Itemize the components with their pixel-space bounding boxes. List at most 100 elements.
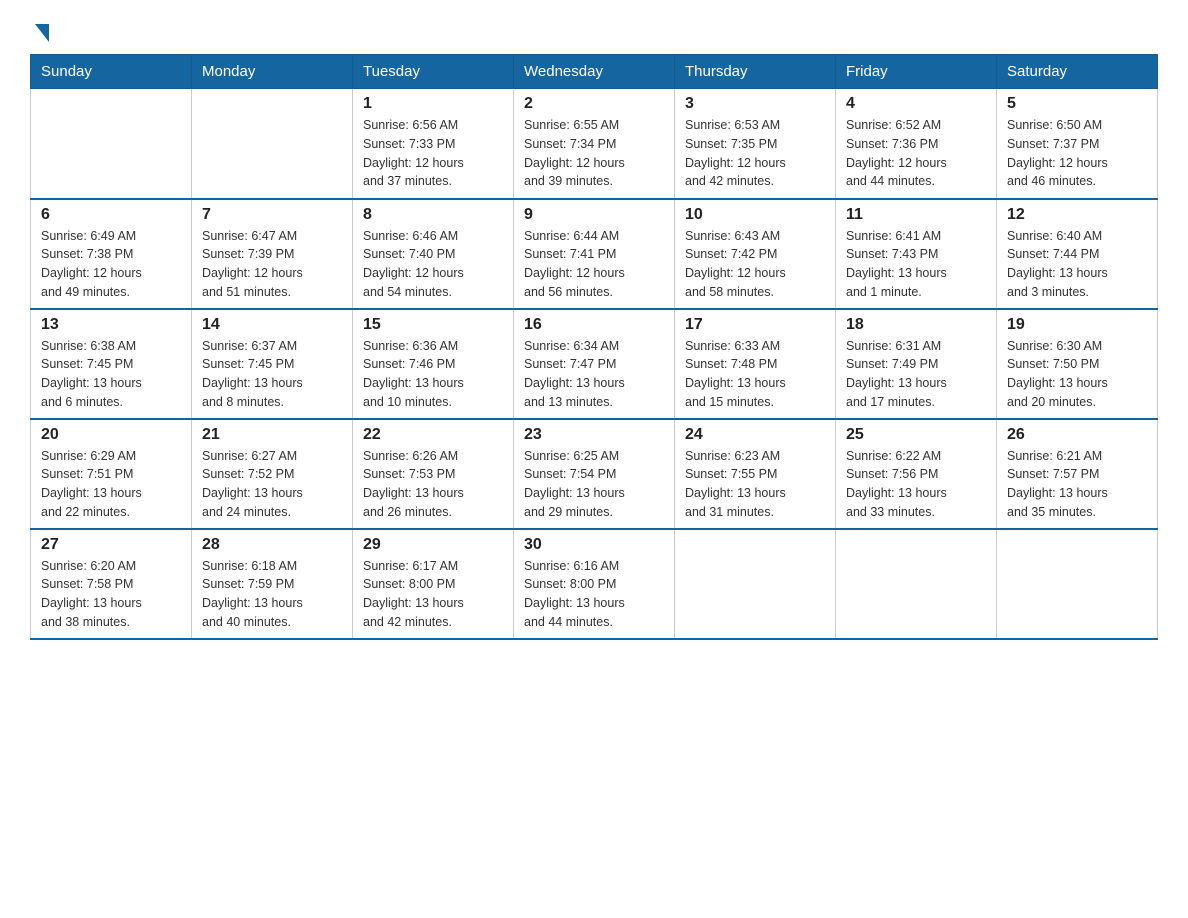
calendar-header-wednesday: Wednesday xyxy=(514,55,675,89)
calendar-cell: 1 Sunrise: 6:56 AM Sunset: 7:33 PM Daylig… xyxy=(353,89,514,199)
calendar-cell: 11 Sunrise: 6:41 AM Sunset: 7:43 PM Dayli… xyxy=(836,199,997,309)
day-number: 3 xyxy=(685,95,825,113)
day-info: Sunrise: 6:20 AM Sunset: 7:58 PM Dayligh… xyxy=(41,557,181,632)
day-number: 18 xyxy=(846,316,986,334)
calendar-cell: 23 Sunrise: 6:25 AM Sunset: 7:54 PM Dayli… xyxy=(514,419,675,529)
calendar-cell: 13 Sunrise: 6:38 AM Sunset: 7:45 PM Dayli… xyxy=(31,309,192,419)
calendar-cell: 25 Sunrise: 6:22 AM Sunset: 7:56 PM Dayli… xyxy=(836,419,997,529)
calendar-header-thursday: Thursday xyxy=(675,55,836,89)
day-info: Sunrise: 6:40 AM Sunset: 7:44 PM Dayligh… xyxy=(1007,227,1147,302)
day-number: 25 xyxy=(846,426,986,444)
day-info: Sunrise: 6:25 AM Sunset: 7:54 PM Dayligh… xyxy=(524,447,664,522)
day-info: Sunrise: 6:33 AM Sunset: 7:48 PM Dayligh… xyxy=(685,337,825,412)
calendar-cell: 16 Sunrise: 6:34 AM Sunset: 7:47 PM Dayli… xyxy=(514,309,675,419)
day-info: Sunrise: 6:16 AM Sunset: 8:00 PM Dayligh… xyxy=(524,557,664,632)
calendar-cell: 30Sunrise: 6:16 AM Sunset: 8:00 PM Dayli… xyxy=(514,529,675,639)
calendar-cell: 26 Sunrise: 6:21 AM Sunset: 7:57 PM Dayli… xyxy=(997,419,1158,529)
calendar-week-row: 1 Sunrise: 6:56 AM Sunset: 7:33 PM Daylig… xyxy=(31,89,1158,199)
day-info: Sunrise: 6:18 AM Sunset: 7:59 PM Dayligh… xyxy=(202,557,342,632)
day-number: 24 xyxy=(685,426,825,444)
day-number: 22 xyxy=(363,426,503,444)
day-number: 27 xyxy=(41,536,181,554)
day-info: Sunrise: 6:23 AM Sunset: 7:55 PM Dayligh… xyxy=(685,447,825,522)
calendar-cell: 8 Sunrise: 6:46 AM Sunset: 7:40 PM Daylig… xyxy=(353,199,514,309)
calendar-cell: 24 Sunrise: 6:23 AM Sunset: 7:55 PM Dayli… xyxy=(675,419,836,529)
calendar-cell: 14 Sunrise: 6:37 AM Sunset: 7:45 PM Dayli… xyxy=(192,309,353,419)
day-number: 29 xyxy=(363,536,503,554)
day-number: 10 xyxy=(685,206,825,224)
day-number: 14 xyxy=(202,316,342,334)
calendar-cell: 10 Sunrise: 6:43 AM Sunset: 7:42 PM Dayli… xyxy=(675,199,836,309)
calendar-cell: 7 Sunrise: 6:47 AM Sunset: 7:39 PM Daylig… xyxy=(192,199,353,309)
day-info: Sunrise: 6:36 AM Sunset: 7:46 PM Dayligh… xyxy=(363,337,503,412)
day-number: 7 xyxy=(202,206,342,224)
calendar-cell: 28 Sunrise: 6:18 AM Sunset: 7:59 PM Dayli… xyxy=(192,529,353,639)
day-number: 26 xyxy=(1007,426,1147,444)
calendar-week-row: 20 Sunrise: 6:29 AM Sunset: 7:51 PM Dayli… xyxy=(31,419,1158,529)
day-info: Sunrise: 6:26 AM Sunset: 7:53 PM Dayligh… xyxy=(363,447,503,522)
day-number: 5 xyxy=(1007,95,1147,113)
calendar-header-saturday: Saturday xyxy=(997,55,1158,89)
day-info: Sunrise: 6:56 AM Sunset: 7:33 PM Dayligh… xyxy=(363,116,503,191)
day-info: Sunrise: 6:27 AM Sunset: 7:52 PM Dayligh… xyxy=(202,447,342,522)
calendar-cell: 27 Sunrise: 6:20 AM Sunset: 7:58 PM Dayli… xyxy=(31,529,192,639)
calendar-cell xyxy=(31,89,192,199)
calendar-cell: 17 Sunrise: 6:33 AM Sunset: 7:48 PM Dayli… xyxy=(675,309,836,419)
calendar-cell xyxy=(997,529,1158,639)
calendar-header-tuesday: Tuesday xyxy=(353,55,514,89)
day-number: 6 xyxy=(41,206,181,224)
day-number: 15 xyxy=(363,316,503,334)
day-info: Sunrise: 6:17 AM Sunset: 8:00 PM Dayligh… xyxy=(363,557,503,632)
day-number: 8 xyxy=(363,206,503,224)
day-info: Sunrise: 6:44 AM Sunset: 7:41 PM Dayligh… xyxy=(524,227,664,302)
day-number: 21 xyxy=(202,426,342,444)
day-info: Sunrise: 6:46 AM Sunset: 7:40 PM Dayligh… xyxy=(363,227,503,302)
day-info: Sunrise: 6:31 AM Sunset: 7:49 PM Dayligh… xyxy=(846,337,986,412)
calendar-header-friday: Friday xyxy=(836,55,997,89)
day-number: 4 xyxy=(846,95,986,113)
day-info: Sunrise: 6:22 AM Sunset: 7:56 PM Dayligh… xyxy=(846,447,986,522)
day-number: 17 xyxy=(685,316,825,334)
day-info: Sunrise: 6:53 AM Sunset: 7:35 PM Dayligh… xyxy=(685,116,825,191)
day-number: 20 xyxy=(41,426,181,444)
calendar-cell xyxy=(192,89,353,199)
day-number: 9 xyxy=(524,206,664,224)
day-number: 16 xyxy=(524,316,664,334)
day-info: Sunrise: 6:21 AM Sunset: 7:57 PM Dayligh… xyxy=(1007,447,1147,522)
logo-arrow-icon xyxy=(35,24,49,42)
day-info: Sunrise: 6:47 AM Sunset: 7:39 PM Dayligh… xyxy=(202,227,342,302)
calendar-cell: 20 Sunrise: 6:29 AM Sunset: 7:51 PM Dayli… xyxy=(31,419,192,529)
day-info: Sunrise: 6:29 AM Sunset: 7:51 PM Dayligh… xyxy=(41,447,181,522)
day-number: 1 xyxy=(363,95,503,113)
day-info: Sunrise: 6:34 AM Sunset: 7:47 PM Dayligh… xyxy=(524,337,664,412)
calendar-header-monday: Monday xyxy=(192,55,353,89)
calendar-table: SundayMondayTuesdayWednesdayThursdayFrid… xyxy=(30,54,1158,640)
calendar-cell: 9 Sunrise: 6:44 AM Sunset: 7:41 PM Daylig… xyxy=(514,199,675,309)
logo xyxy=(30,20,49,36)
day-number: 28 xyxy=(202,536,342,554)
calendar-week-row: 13 Sunrise: 6:38 AM Sunset: 7:45 PM Dayli… xyxy=(31,309,1158,419)
calendar-cell: 6 Sunrise: 6:49 AM Sunset: 7:38 PM Daylig… xyxy=(31,199,192,309)
day-info: Sunrise: 6:43 AM Sunset: 7:42 PM Dayligh… xyxy=(685,227,825,302)
day-info: Sunrise: 6:49 AM Sunset: 7:38 PM Dayligh… xyxy=(41,227,181,302)
calendar-week-row: 6 Sunrise: 6:49 AM Sunset: 7:38 PM Daylig… xyxy=(31,199,1158,309)
calendar-cell xyxy=(836,529,997,639)
day-info: Sunrise: 6:37 AM Sunset: 7:45 PM Dayligh… xyxy=(202,337,342,412)
calendar-cell: 5 Sunrise: 6:50 AM Sunset: 7:37 PM Daylig… xyxy=(997,89,1158,199)
day-number: 12 xyxy=(1007,206,1147,224)
calendar-cell: 22 Sunrise: 6:26 AM Sunset: 7:53 PM Dayli… xyxy=(353,419,514,529)
day-number: 11 xyxy=(846,206,986,224)
logo-text xyxy=(30,20,49,42)
day-info: Sunrise: 6:41 AM Sunset: 7:43 PM Dayligh… xyxy=(846,227,986,302)
day-number: 13 xyxy=(41,316,181,334)
day-info: Sunrise: 6:50 AM Sunset: 7:37 PM Dayligh… xyxy=(1007,116,1147,191)
day-info: Sunrise: 6:30 AM Sunset: 7:50 PM Dayligh… xyxy=(1007,337,1147,412)
calendar-header-sunday: Sunday xyxy=(31,55,192,89)
calendar-cell xyxy=(675,529,836,639)
calendar-header-row: SundayMondayTuesdayWednesdayThursdayFrid… xyxy=(31,55,1158,89)
calendar-cell: 2Sunrise: 6:55 AM Sunset: 7:34 PM Daylig… xyxy=(514,89,675,199)
calendar-cell: 12 Sunrise: 6:40 AM Sunset: 7:44 PM Dayli… xyxy=(997,199,1158,309)
day-info: Sunrise: 6:38 AM Sunset: 7:45 PM Dayligh… xyxy=(41,337,181,412)
day-number: 23 xyxy=(524,426,664,444)
header xyxy=(30,20,1158,36)
